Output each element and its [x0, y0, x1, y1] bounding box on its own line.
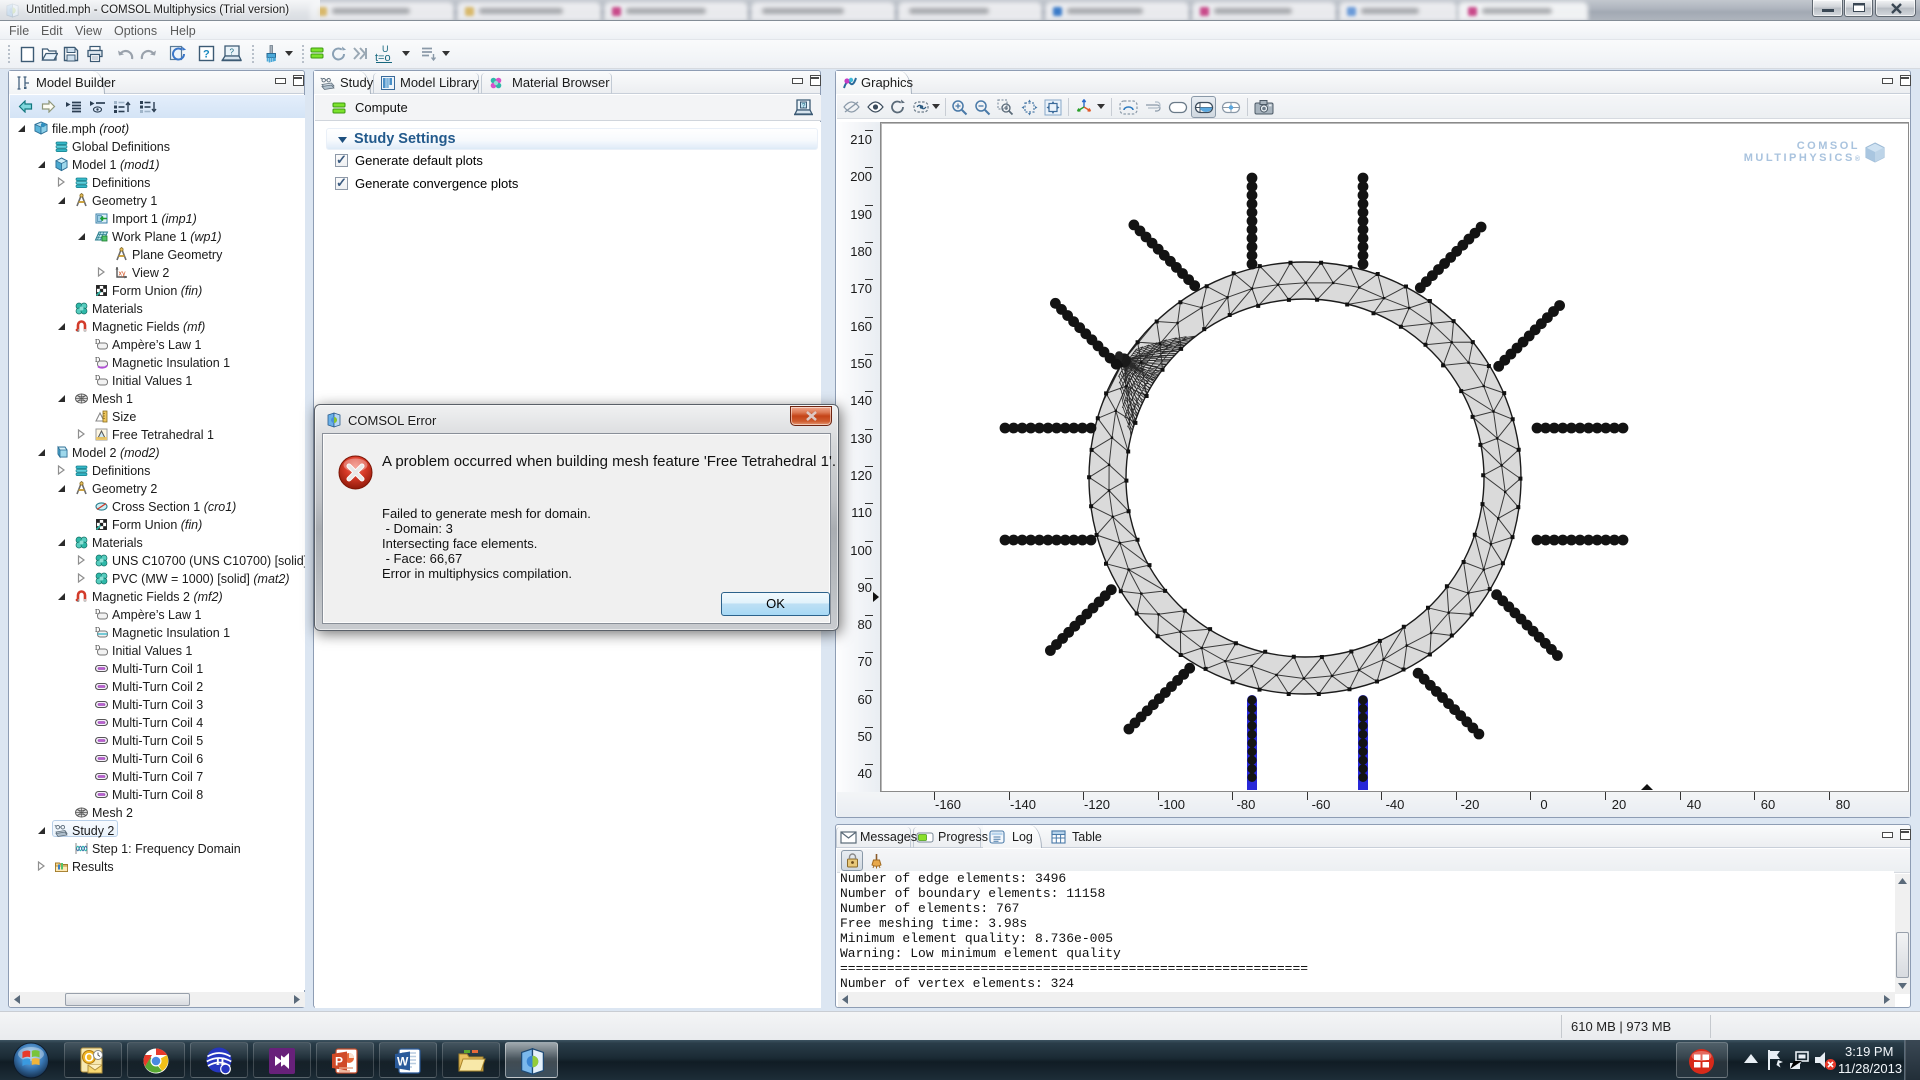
- svg-text:?: ?: [802, 102, 806, 109]
- svg-text:?: ?: [203, 49, 210, 61]
- svg-text:W: W: [397, 1055, 409, 1069]
- svg-text:U: U: [382, 44, 389, 54]
- svg-text:O: O: [85, 1051, 94, 1065]
- svg-text:?: ?: [230, 48, 235, 57]
- svg-text:P: P: [335, 1055, 343, 1069]
